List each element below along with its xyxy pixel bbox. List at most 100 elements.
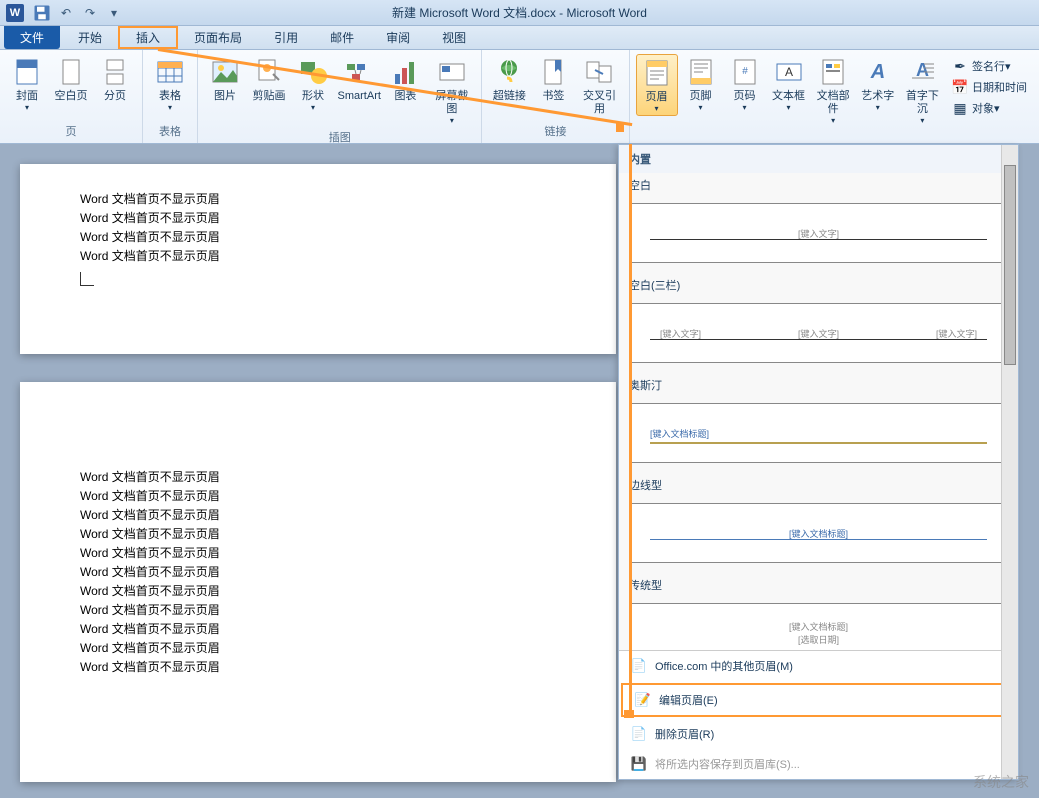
doc-text-line: Word 文档首页不显示页眉 bbox=[80, 468, 556, 485]
save-selection-menuitem: 💾 将所选内容保存到页眉库(S)... bbox=[619, 749, 1018, 779]
gallery-item-blank3[interactable]: 空白(三栏) bbox=[619, 273, 1018, 297]
chevron-down-icon: ▾ bbox=[25, 103, 29, 112]
chevron-down-icon: ▾ bbox=[920, 116, 924, 125]
tab-view[interactable]: 视图 bbox=[426, 26, 482, 49]
gallery-item-traditional[interactable]: 传统型 bbox=[619, 573, 1018, 597]
bookmark-button[interactable]: 书签 bbox=[532, 54, 574, 105]
wordart-button[interactable]: A 艺术字 ▾ bbox=[857, 54, 899, 114]
doc-text-line: Word 文档首页不显示页眉 bbox=[80, 506, 556, 523]
datetime-icon: 📅 bbox=[952, 79, 968, 95]
gallery-preview-austin[interactable]: [键入文档标题] bbox=[629, 403, 1008, 463]
edit-header-icon: 📝 bbox=[635, 692, 651, 708]
gallery-bottom-menu: 📄 Office.com 中的其他页眉(M) ▸ 📝 编辑页眉(E) 📄 删除页… bbox=[619, 650, 1018, 779]
ribbon: 封面 ▾ 空白页 分页 页 表格 ▾ 表格 bbox=[0, 50, 1039, 144]
dropcap-button[interactable]: A 首字下沉 ▾ bbox=[901, 54, 944, 127]
save-icon[interactable] bbox=[32, 3, 52, 23]
titlebar: W ↶ ↷ ▾ 新建 Microsoft Word 文档.docx - Micr… bbox=[0, 0, 1039, 26]
group-label-pages: 页 bbox=[6, 121, 136, 141]
window-title: 新建 Microsoft Word 文档.docx - Microsoft Wo… bbox=[392, 4, 647, 21]
undo-icon[interactable]: ↶ bbox=[56, 3, 76, 23]
more-office-headers[interactable]: 📄 Office.com 中的其他页眉(M) ▸ bbox=[619, 651, 1018, 681]
quickparts-icon bbox=[817, 56, 849, 88]
crossref-icon bbox=[583, 56, 615, 88]
page-break-icon bbox=[99, 56, 131, 88]
screenshot-icon bbox=[436, 56, 468, 88]
scroll-thumb[interactable] bbox=[1004, 165, 1016, 365]
document-page[interactable]: Word 文档首页不显示页眉 Word 文档首页不显示页眉 Word 文档首页不… bbox=[20, 164, 616, 354]
document-page[interactable]: Word 文档首页不显示页眉 Word 文档首页不显示页眉 Word 文档首页不… bbox=[20, 382, 616, 782]
group-tables: 表格 ▾ 表格 bbox=[143, 50, 198, 143]
textbox-button[interactable]: A 文本框 ▾ bbox=[768, 54, 810, 114]
cover-page-button[interactable]: 封面 ▾ bbox=[6, 54, 48, 114]
annotation-arrow-head bbox=[616, 122, 624, 132]
preview-placeholder: [键入文字] bbox=[798, 227, 839, 240]
chevron-down-icon: ▾ bbox=[786, 103, 790, 112]
chart-icon bbox=[389, 56, 421, 88]
app-icon[interactable]: W bbox=[6, 4, 24, 22]
tab-file[interactable]: 文件 bbox=[4, 26, 60, 49]
header-button[interactable]: 页眉 ▾ bbox=[636, 54, 678, 116]
signature-button[interactable]: ✒签名行 ▾ bbox=[948, 56, 1031, 76]
gallery-item-austin[interactable]: 奥斯汀 bbox=[619, 373, 1018, 397]
annotation-arrow bbox=[629, 144, 632, 712]
chevron-down-icon: ▾ bbox=[876, 103, 880, 112]
screenshot-button[interactable]: 屏幕截图 ▾ bbox=[428, 54, 475, 127]
crossref-button[interactable]: 交叉引用 bbox=[576, 54, 622, 118]
remove-header-icon: 📄 bbox=[631, 726, 647, 742]
redo-icon[interactable]: ↷ bbox=[80, 3, 100, 23]
doc-text-line: Word 文档首页不显示页眉 bbox=[80, 601, 556, 618]
tab-layout[interactable]: 页面布局 bbox=[178, 26, 258, 49]
tab-home[interactable]: 开始 bbox=[62, 26, 118, 49]
doc-text-line: Word 文档首页不显示页眉 bbox=[80, 620, 556, 637]
svg-text:#: # bbox=[742, 66, 748, 77]
hyperlink-button[interactable]: 超链接 bbox=[488, 54, 530, 105]
remove-header-menuitem[interactable]: 📄 删除页眉(R) bbox=[619, 719, 1018, 749]
office-icon: 📄 bbox=[631, 658, 647, 674]
dropcap-icon: A bbox=[906, 56, 938, 88]
annotation-arrow-head bbox=[624, 710, 634, 718]
tab-review[interactable]: 审阅 bbox=[370, 26, 426, 49]
chart-button[interactable]: 图表 bbox=[384, 54, 426, 105]
clipart-icon bbox=[253, 56, 285, 88]
save-selection-icon: 💾 bbox=[631, 756, 647, 772]
object-button[interactable]: ▦对象 ▾ bbox=[948, 98, 1031, 118]
cover-page-icon bbox=[11, 56, 43, 88]
table-button[interactable]: 表格 ▾ bbox=[149, 54, 191, 114]
group-label-tables: 表格 bbox=[149, 121, 191, 141]
group-headerfooter: 页眉 ▾ 页脚 ▾ # 页码 ▾ A 文本框 ▾ 文档部件 ▾ bbox=[630, 50, 1039, 143]
pagenum-button[interactable]: # 页码 ▾ bbox=[724, 54, 766, 114]
gallery-item-blank[interactable]: 空白 bbox=[619, 173, 1018, 197]
datetime-button[interactable]: 📅日期和时间 bbox=[948, 77, 1031, 97]
hyperlink-icon bbox=[493, 56, 525, 88]
quickparts-button[interactable]: 文档部件 ▾ bbox=[812, 54, 855, 127]
gallery-item-sideline[interactable]: 边线型 bbox=[619, 473, 1018, 497]
object-icon: ▦ bbox=[952, 100, 968, 116]
blank-page-button[interactable]: 空白页 bbox=[50, 54, 92, 105]
page-break-button[interactable]: 分页 bbox=[94, 54, 136, 105]
doc-text-line: Word 文档首页不显示页眉 bbox=[80, 209, 556, 226]
doc-text-line: Word 文档首页不显示页眉 bbox=[80, 582, 556, 599]
header-icon bbox=[641, 57, 673, 89]
tab-insert[interactable]: 插入 bbox=[118, 26, 178, 49]
edit-header-menuitem[interactable]: 📝 编辑页眉(E) bbox=[621, 683, 1016, 717]
footer-button[interactable]: 页脚 ▾ bbox=[680, 54, 722, 114]
shapes-button[interactable]: 形状 ▾ bbox=[292, 54, 334, 114]
wordart-icon: A bbox=[862, 56, 894, 88]
gallery-preview-blank[interactable]: [键入文字] bbox=[629, 203, 1008, 263]
group-links: 超链接 书签 交叉引用 链接 bbox=[482, 50, 629, 143]
textbox-icon: A bbox=[773, 56, 805, 88]
gallery-preview-blank3[interactable]: [键入文字] [键入文字] [键入文字] bbox=[629, 303, 1008, 363]
tab-references[interactable]: 引用 bbox=[258, 26, 314, 49]
page-corner-marker bbox=[80, 272, 94, 286]
chevron-down-icon: ▾ bbox=[311, 103, 315, 112]
qat-dropdown-icon[interactable]: ▾ bbox=[104, 3, 124, 23]
gallery-preview-sideline[interactable]: [键入文档标题] bbox=[629, 503, 1008, 563]
gallery-scrollbar[interactable] bbox=[1001, 145, 1018, 779]
chevron-down-icon: ▾ bbox=[742, 103, 746, 112]
ribbon-tabs: 文件 开始 插入 页面布局 引用 邮件 审阅 视图 bbox=[0, 26, 1039, 50]
blank-page-icon bbox=[55, 56, 87, 88]
svg-text:A: A bbox=[784, 65, 792, 79]
tab-mailings[interactable]: 邮件 bbox=[314, 26, 370, 49]
svg-text:A: A bbox=[870, 61, 885, 83]
clipart-button[interactable]: 剪贴画 bbox=[248, 54, 290, 105]
